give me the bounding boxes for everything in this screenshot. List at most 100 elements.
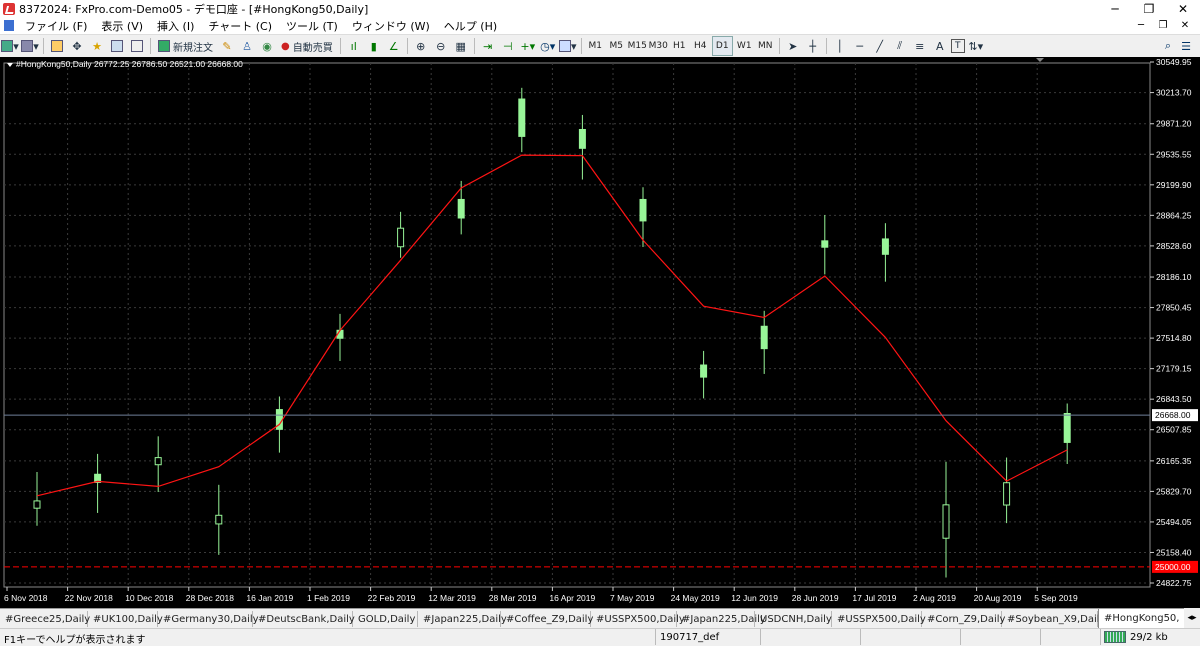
signals-icon[interactable]: ◉ bbox=[258, 37, 276, 55]
favorites-star-icon[interactable]: ★ bbox=[88, 37, 106, 55]
timeframe-h1[interactable]: H1 bbox=[670, 37, 689, 55]
profiles-icon[interactable]: ▾ bbox=[21, 37, 39, 55]
timeframe-w1[interactable]: W1 bbox=[735, 37, 754, 55]
menu-help[interactable]: ヘルプ (H) bbox=[437, 18, 504, 34]
timeframe-m1[interactable]: M1 bbox=[586, 37, 605, 55]
vertical-line-icon[interactable]: │ bbox=[831, 37, 849, 55]
arrows-icon[interactable]: ⇅▾ bbox=[967, 37, 985, 55]
autotrade-button[interactable]: ● 自動売買 bbox=[278, 37, 336, 55]
tab-greece25[interactable]: #Greece25,Daily bbox=[0, 611, 90, 627]
date-axis-label: 28 Mar 2019 bbox=[489, 593, 537, 603]
candle-body bbox=[518, 98, 526, 137]
menu-tools[interactable]: ツール (T) bbox=[279, 18, 345, 34]
crosshair-icon[interactable]: ┼ bbox=[804, 37, 822, 55]
mdi-minimize-button[interactable]: ─ bbox=[1130, 17, 1152, 34]
menu-chart[interactable]: チャート (C) bbox=[201, 18, 279, 34]
indicators-icon[interactable]: +▾ bbox=[519, 37, 537, 55]
tab-usspx500-2[interactable]: #USSPX500,Daily bbox=[832, 611, 926, 627]
channel-icon[interactable]: ⫽ bbox=[891, 37, 909, 55]
tab-gold[interactable]: GOLD,Daily bbox=[353, 611, 418, 627]
tab-deutscbank[interactable]: #DeutscBank,Daily bbox=[253, 611, 355, 627]
candle-body bbox=[397, 227, 405, 248]
tab-corn-z9[interactable]: #Corn_Z9,Daily bbox=[922, 611, 1005, 627]
templates-icon[interactable]: ▾ bbox=[558, 37, 577, 55]
mdi-restore-button[interactable]: ❐ bbox=[1152, 17, 1174, 34]
timeframe-m5[interactable]: M5 bbox=[607, 37, 626, 55]
mdi-close-button[interactable]: ✕ bbox=[1174, 17, 1196, 34]
new-order-button[interactable]: 新規注文 bbox=[155, 37, 216, 55]
tab-japan225[interactable]: #Japan225,Daily bbox=[418, 611, 507, 627]
tab-hongkong50[interactable]: #HongKong50, bbox=[1098, 609, 1188, 629]
periods-icon[interactable]: ◷▾ bbox=[539, 37, 557, 55]
chat-icon[interactable]: ☰ bbox=[1177, 37, 1195, 55]
menu-file[interactable]: ファイル (F) bbox=[18, 18, 94, 34]
menu-insert[interactable]: 挿入 (I) bbox=[150, 18, 201, 34]
menu-window[interactable]: ウィンドウ (W) bbox=[345, 18, 437, 34]
date-axis-label: 24 May 2019 bbox=[671, 593, 720, 603]
text-tool-icon[interactable]: A bbox=[931, 37, 949, 55]
timeframe-mn[interactable]: MN bbox=[756, 37, 775, 55]
date-axis-label: 28 Jun 2019 bbox=[792, 593, 839, 603]
fibonacci-icon[interactable]: ≡ bbox=[911, 37, 929, 55]
date-axis-label: 10 Dec 2018 bbox=[125, 593, 173, 603]
tab-soybean-x9[interactable]: #Soybean_X9,Daily bbox=[1002, 611, 1105, 627]
candle-body bbox=[154, 457, 162, 466]
auto-scroll-icon[interactable]: ⇥ bbox=[479, 37, 497, 55]
zoom-out-icon[interactable]: ⊖ bbox=[432, 37, 450, 55]
terminal-icon[interactable] bbox=[128, 37, 146, 55]
price-axis-label: 25829.70 bbox=[1156, 486, 1192, 496]
price-axis-label: 26165.35 bbox=[1156, 456, 1192, 466]
tab-uk100[interactable]: #UK100,Daily bbox=[88, 611, 163, 627]
date-axis-label: 12 Mar 2019 bbox=[428, 593, 476, 603]
tabs-scroll-arrows[interactable]: ◂▸ bbox=[1184, 608, 1200, 628]
crosshair-move-icon[interactable]: ✥ bbox=[68, 37, 86, 55]
tab-japan225-2[interactable]: #Japan225,Daily bbox=[677, 611, 766, 627]
toolbar-divider bbox=[406, 38, 408, 54]
minimize-button[interactable]: ─ bbox=[1098, 0, 1132, 17]
timeframe-d1[interactable]: D1 bbox=[711, 36, 733, 56]
close-button[interactable]: ✕ bbox=[1166, 0, 1200, 17]
horizontal-line-icon[interactable]: ─ bbox=[851, 37, 869, 55]
candlestick-icon[interactable]: ▮ bbox=[365, 37, 383, 55]
chart-area[interactable]: 30549.95 30213.70 29871.20 29535.55 29199.90… bbox=[0, 57, 1200, 608]
date-axis-label: 20 Aug 2019 bbox=[974, 593, 1022, 603]
timeframe-m30[interactable]: M30 bbox=[649, 37, 668, 55]
date-axis-label: 1 Feb 2019 bbox=[307, 593, 350, 603]
date-axis-label: 7 May 2019 bbox=[610, 593, 655, 603]
tile-windows-icon[interactable]: ▦ bbox=[452, 37, 470, 55]
bar-chart-icon[interactable]: ıl bbox=[345, 37, 363, 55]
candle-body bbox=[881, 238, 889, 255]
metaeditor-icon[interactable]: ♙ bbox=[238, 37, 256, 55]
date-axis-label: 22 Nov 2018 bbox=[65, 593, 113, 603]
chart-window-icon[interactable] bbox=[4, 20, 14, 31]
market-watch-icon[interactable] bbox=[48, 37, 66, 55]
tab-usspx500[interactable]: #USSPX500,Daily bbox=[591, 611, 685, 627]
cursor-icon[interactable]: ➤ bbox=[784, 37, 802, 55]
timeframe-h4[interactable]: H4 bbox=[691, 37, 710, 55]
traffic-text: 29/2 kb bbox=[1130, 631, 1168, 643]
label-tool-icon[interactable]: T bbox=[950, 39, 965, 53]
toolbar-divider bbox=[43, 38, 44, 54]
tab-coffee-z9[interactable]: #Coffee_Z9,Daily bbox=[501, 611, 593, 627]
restore-button[interactable]: ❐ bbox=[1132, 0, 1166, 17]
timeframe-m15[interactable]: M15 bbox=[628, 37, 647, 55]
menu-view[interactable]: 表示 (V) bbox=[94, 18, 150, 34]
date-axis-label: 16 Jan 2019 bbox=[246, 593, 293, 603]
strategy-tester-icon[interactable]: ✎ bbox=[218, 37, 236, 55]
trendline-icon[interactable]: ╱ bbox=[871, 37, 889, 55]
chart-shift-icon[interactable]: ⊣ bbox=[499, 37, 517, 55]
tab-usdcnh[interactable]: USDCNH,Daily bbox=[755, 611, 832, 627]
new-chart-icon[interactable]: ▾ bbox=[1, 37, 19, 55]
zoom-in-icon[interactable]: ⊕ bbox=[412, 37, 430, 55]
tab-germany30[interactable]: #Germany30,Daily bbox=[158, 611, 259, 627]
search-icon[interactable]: ⌕ bbox=[1159, 37, 1177, 55]
connection-status[interactable]: 29/2 kb bbox=[1104, 631, 1168, 643]
price-axis-label: 26843.50 bbox=[1156, 394, 1192, 404]
navigator-icon[interactable] bbox=[108, 37, 126, 55]
price-axis-label: 28864.25 bbox=[1156, 210, 1192, 220]
line-chart-icon[interactable]: ∠ bbox=[385, 37, 403, 55]
price-chart[interactable]: 30549.95 30213.70 29871.20 29535.55 29199.90… bbox=[0, 57, 1200, 608]
symbol-dropdown-icon bbox=[7, 63, 13, 67]
price-axis-label: 29535.55 bbox=[1156, 149, 1192, 159]
status-divider bbox=[860, 629, 861, 645]
